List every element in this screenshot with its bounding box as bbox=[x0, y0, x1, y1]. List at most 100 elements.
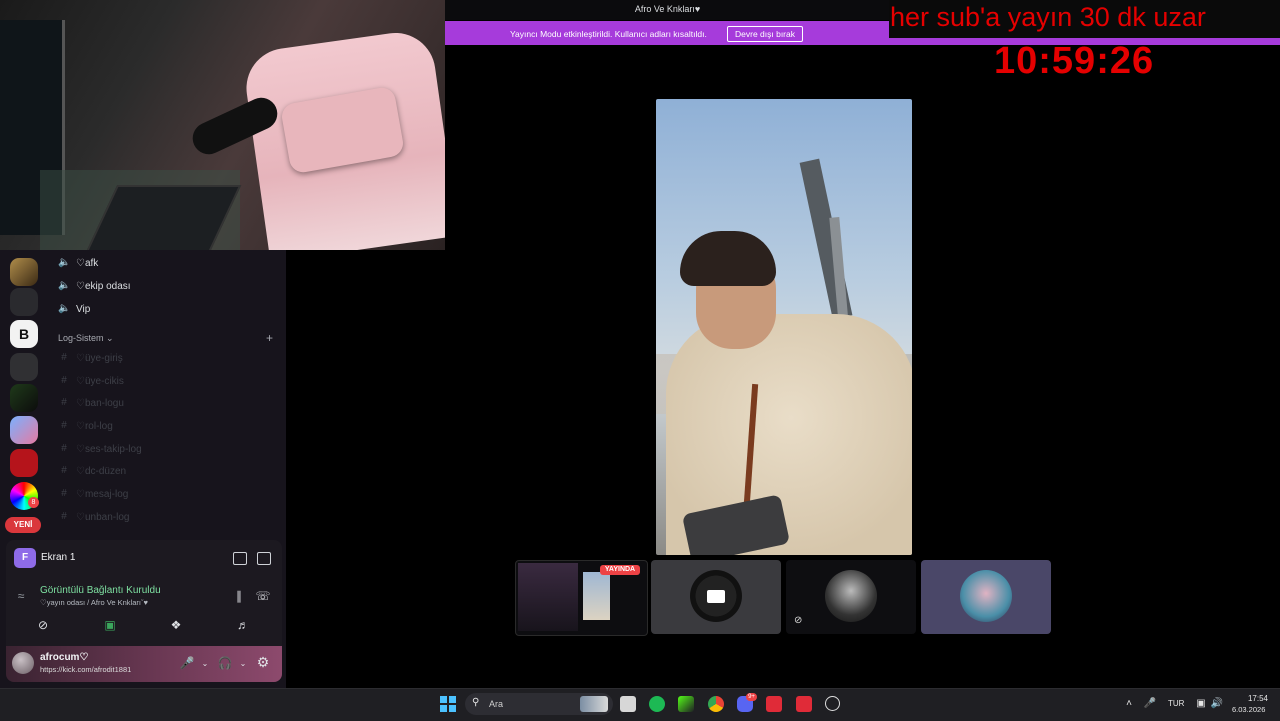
microphone-icon[interactable]: 🎤 bbox=[1143, 697, 1157, 711]
screen-share-icon[interactable]: ▣ bbox=[100, 616, 120, 634]
noise-suppression-icon[interactable]: ∥ bbox=[229, 587, 249, 605]
connection-status[interactable]: Görüntülü Bağlantı Kuruldu bbox=[40, 585, 161, 596]
participant-avatar bbox=[960, 570, 1012, 622]
disable-streamer-mode-button[interactable]: Devre dışı bırak bbox=[727, 26, 803, 42]
window-title: Afro Ve Knkları♥ bbox=[634, 4, 701, 14]
participant-tile[interactable] bbox=[651, 560, 781, 634]
text-channel[interactable]: # ♡dc-düzen bbox=[58, 465, 126, 477]
spotify-icon[interactable] bbox=[649, 696, 665, 712]
main-video-stream[interactable] bbox=[656, 99, 912, 555]
stream-settings-icon[interactable] bbox=[257, 552, 271, 565]
hash-icon: # bbox=[61, 511, 67, 522]
channel-label: Vip bbox=[76, 303, 91, 315]
speaker-icon: 🔈 bbox=[58, 303, 71, 314]
server-icon[interactable] bbox=[10, 416, 38, 444]
text-channel[interactable]: # ♡ses-takip-log bbox=[58, 443, 142, 455]
streamer-mode-text: Yayıncı Modu etkinleştirildi. Kullanıcı … bbox=[510, 29, 707, 39]
file-explorer-icon[interactable] bbox=[620, 696, 636, 712]
headphones-icon[interactable]: 🎧 bbox=[215, 654, 235, 672]
text-channel[interactable]: # ♡rol-log bbox=[58, 420, 113, 432]
channel-label: ♡mesaj-log bbox=[76, 488, 129, 500]
add-channel-plus-icon[interactable]: + bbox=[266, 331, 273, 345]
live-badge: YAYINDA bbox=[600, 565, 640, 575]
channel-label: ♡unban-log bbox=[76, 511, 130, 523]
speaker-icon: 🔈 bbox=[58, 280, 71, 291]
chevron-down-icon[interactable]: ⌄ bbox=[233, 655, 253, 673]
stream-avatar: F bbox=[14, 548, 36, 568]
server-icon[interactable]: B bbox=[10, 320, 38, 348]
overlay-text: her sub'a yayın 30 dk uzar bbox=[890, 2, 1206, 32]
channel-label: ♡ses-takip-log bbox=[76, 443, 142, 455]
app-icon[interactable] bbox=[766, 696, 782, 712]
avatar[interactable] bbox=[12, 652, 34, 674]
voice-channel-afk[interactable]: 🔈 ♡afk bbox=[58, 257, 98, 269]
gear-icon[interactable]: ⚙ bbox=[253, 653, 273, 671]
kick-icon[interactable] bbox=[678, 696, 694, 712]
windows-taskbar bbox=[0, 688, 1280, 721]
voice-channel-ekip-odasi[interactable]: 🔈 ♡ekip odası bbox=[58, 280, 131, 292]
channel-label: ♡afk bbox=[76, 257, 99, 269]
search-highlight-icon[interactable] bbox=[580, 696, 608, 712]
chevron-up-icon[interactable]: ˄ bbox=[1122, 697, 1136, 711]
text-channel[interactable]: # ♡üye-giriş bbox=[58, 352, 123, 364]
start-icon[interactable] bbox=[440, 696, 456, 712]
hash-icon: # bbox=[61, 397, 67, 408]
text-channel[interactable]: # ♡üye-cikis bbox=[58, 375, 124, 387]
text-channel[interactable]: # ♡unban-log bbox=[58, 511, 129, 523]
channel-label: ♡ekip odası bbox=[76, 280, 131, 292]
hash-icon: # bbox=[61, 488, 67, 499]
server-unread-badge: 8 bbox=[28, 497, 39, 508]
participant-tile[interactable] bbox=[921, 560, 1051, 634]
tile-preview-video bbox=[583, 572, 610, 620]
speaker-icon: 🔈 bbox=[58, 257, 71, 268]
soundboard-icon[interactable]: ♬ bbox=[233, 616, 253, 634]
user-status: https://kick.com/afrodit1881 bbox=[40, 665, 132, 674]
language-indicator[interactable]: TUR bbox=[1168, 699, 1184, 708]
camera-off-icon[interactable]: ⊘ bbox=[33, 616, 53, 634]
server-icon[interactable] bbox=[10, 258, 38, 286]
connection-channel[interactable]: ♡yayın odası / Afro Ve Knklarıˇ♥ bbox=[40, 598, 148, 607]
search-placeholder: Ara bbox=[489, 699, 504, 709]
camera-icon bbox=[707, 590, 725, 603]
volume-icon[interactable]: 🔊 bbox=[1210, 697, 1224, 711]
muted-icon: ⊘ bbox=[794, 615, 803, 626]
hash-icon: # bbox=[61, 465, 67, 476]
monitor-icon[interactable]: ▣ bbox=[1194, 697, 1208, 711]
popout-icon[interactable] bbox=[233, 552, 247, 565]
overlay-timer: 10:59:26 bbox=[994, 40, 1155, 82]
server-icon[interactable] bbox=[10, 449, 38, 477]
chrome-icon[interactable] bbox=[708, 696, 724, 712]
chevron-down-icon[interactable]: ⌄ bbox=[195, 655, 215, 673]
text-channel[interactable]: # ♡ban-logu bbox=[58, 397, 124, 409]
text-channel[interactable]: # ♡mesaj-log bbox=[58, 488, 128, 500]
discord-badge: 9+ bbox=[746, 693, 757, 701]
webcam-overlay bbox=[0, 0, 445, 250]
category-log-sistem[interactable]: Log-Sistem ⌄ bbox=[58, 333, 114, 344]
channel-label: ♡ban-logu bbox=[76, 397, 124, 409]
chevron-down-icon: ⌄ bbox=[106, 333, 114, 343]
hash-icon: # bbox=[61, 420, 67, 431]
clock-time[interactable]: 17:54 bbox=[1236, 694, 1268, 703]
disconnect-icon[interactable]: ☏ bbox=[253, 587, 273, 605]
signal-icon[interactable]: ≈ bbox=[11, 587, 31, 605]
hash-icon: # bbox=[61, 375, 67, 386]
app-icon[interactable] bbox=[796, 696, 812, 712]
voice-channel-vip[interactable]: 🔈 Vip bbox=[58, 303, 90, 315]
participant-avatar bbox=[825, 570, 877, 622]
tile-preview bbox=[518, 563, 578, 631]
search-icon: ⚲ bbox=[472, 697, 480, 708]
participant-tile[interactable]: ⊘ bbox=[786, 560, 916, 634]
category-label: Log-Sistem bbox=[58, 333, 104, 343]
video-person-hair bbox=[680, 231, 776, 286]
new-badge[interactable]: YENİ bbox=[5, 517, 41, 533]
server-icon[interactable] bbox=[10, 288, 38, 316]
microphone-icon[interactable]: 🎤 bbox=[177, 654, 197, 672]
channel-label: ♡üye-cikis bbox=[76, 375, 124, 387]
obs-icon[interactable] bbox=[825, 696, 840, 711]
clock-date[interactable]: 6.03.2026 bbox=[1232, 705, 1265, 714]
user-name[interactable]: afrocum♡ bbox=[40, 652, 88, 663]
activities-icon[interactable]: ❖ bbox=[166, 616, 186, 634]
channel-label: ♡dc-düzen bbox=[76, 465, 127, 477]
server-icon[interactable] bbox=[10, 353, 38, 381]
server-icon[interactable] bbox=[10, 384, 38, 412]
